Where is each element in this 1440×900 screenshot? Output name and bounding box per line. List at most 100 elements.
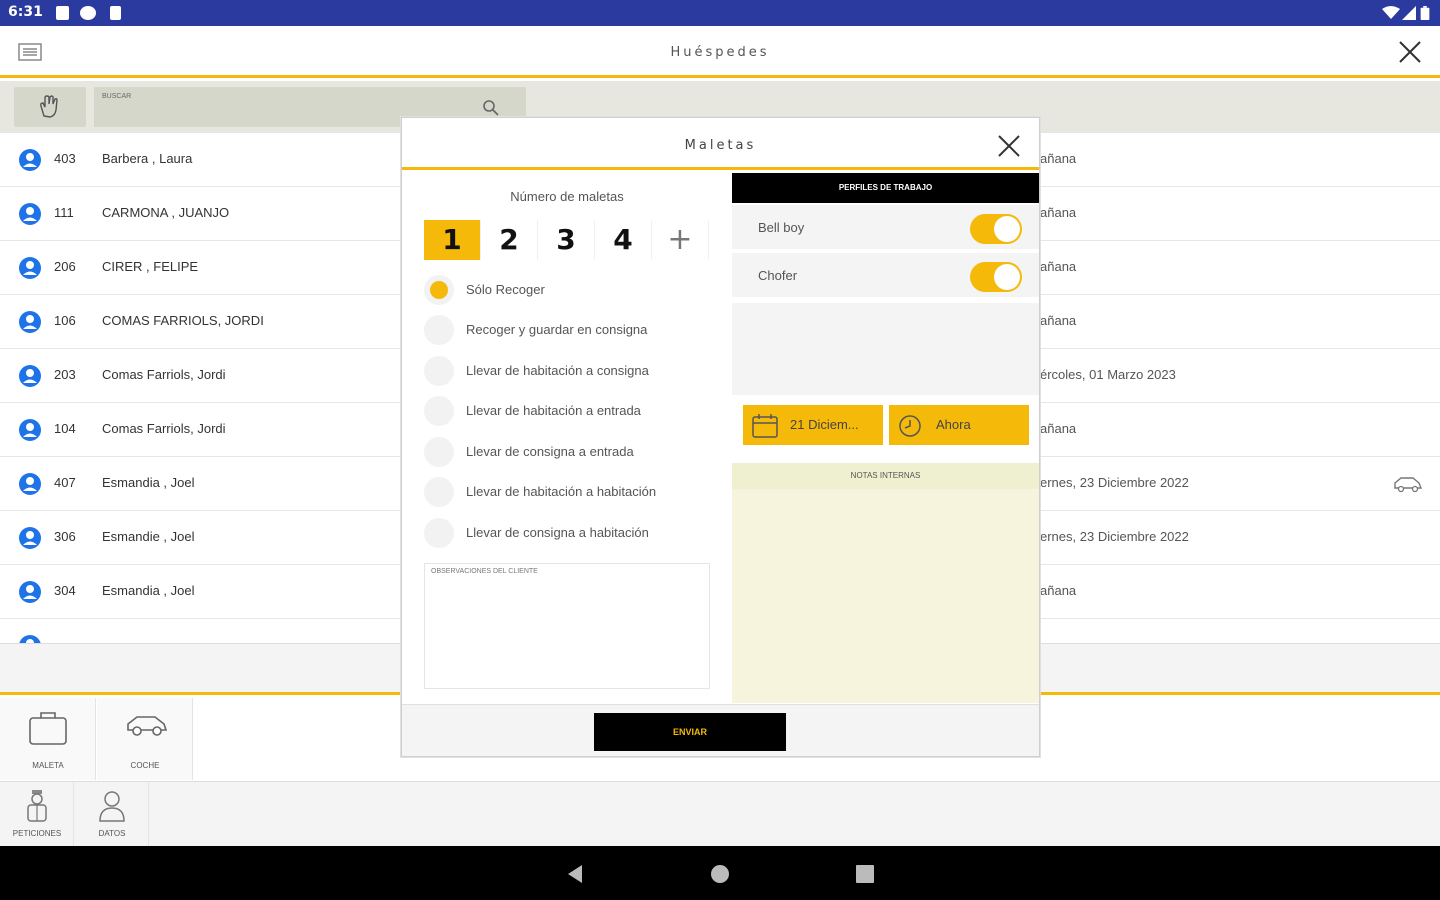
count-1-button[interactable]: 1 (424, 220, 480, 260)
guest-room: 306 (54, 529, 76, 544)
count-label: Número de maletas (510, 189, 624, 204)
maleta-label: MALETA (32, 761, 64, 770)
dialog-header: Maletas (402, 118, 1039, 170)
guest-date: añana (1040, 313, 1077, 328)
clock-icon (899, 415, 921, 437)
person-icon (19, 203, 41, 225)
option-habitacion-consigna[interactable]: Llevar de habitación a consigna (424, 354, 724, 388)
option-consigna-habitacion[interactable]: Llevar de consigna a habitación (424, 516, 724, 550)
date-button[interactable]: 21 Diciem... (743, 405, 883, 445)
count-2-button[interactable]: 2 (481, 220, 537, 260)
count-3-button[interactable]: 3 (538, 220, 594, 260)
time-button[interactable]: Ahora (889, 405, 1029, 445)
radio-button[interactable] (424, 315, 454, 345)
wifi-icon (1382, 6, 1400, 19)
guest-name: Esmandia , Joel (102, 583, 195, 598)
guest-date: añana (1040, 583, 1077, 598)
coche-label: COCHE (130, 761, 160, 770)
radio-button[interactable] (424, 356, 454, 386)
guest-name: Barbera , Laura (102, 151, 193, 166)
work-profiles-panel: PERFILES DE TRABAJO Bell boy Chofer 21 D… (732, 173, 1039, 703)
person-icon (19, 149, 41, 171)
dialog-title: Maletas (684, 138, 757, 153)
option-label: Llevar de consigna a entrada (466, 444, 634, 459)
send-button[interactable]: ENVIAR (594, 713, 786, 751)
system-nav-bar (0, 846, 1440, 900)
secondary-toolbar: PETICIONES DATOS (0, 782, 1440, 846)
recents-icon[interactable] (856, 865, 874, 883)
peticiones-label: PETICIONES (12, 829, 62, 838)
close-icon[interactable] (997, 134, 1021, 158)
sd-card-icon (110, 6, 121, 20)
time-value: Ahora (936, 417, 971, 432)
count-4-button[interactable]: 4 (595, 220, 651, 260)
guest-name: Esmandie , Joel (102, 529, 195, 544)
observations-label: OBSERVACIONES DEL CLIENTE (431, 568, 538, 575)
status-time: 6:31 (8, 4, 43, 20)
guest-room: 304 (54, 583, 76, 598)
option-consigna-entrada[interactable]: Llevar de consigna a entrada (424, 435, 724, 469)
hand-icon (40, 95, 58, 118)
option-label: Llevar de habitación a entrada (466, 403, 641, 418)
internal-notes[interactable]: NOTAS INTERNAS (732, 463, 1039, 703)
page-title: Huéspedes (670, 45, 770, 60)
radio-button[interactable] (424, 477, 454, 507)
bell-boy-toggle[interactable] (970, 214, 1022, 244)
notification-icon (56, 6, 69, 20)
guest-name: COMAS FARRIOLS, JORDI (102, 313, 264, 328)
app-header: Huéspedes (0, 26, 1440, 78)
maleta-button[interactable]: MALETA (0, 698, 96, 780)
search-placeholder: BUSCAR (102, 93, 132, 100)
search-icon[interactable] (482, 99, 500, 117)
guest-name: Comas Farriols, Jordi (102, 421, 226, 436)
option-label: Llevar de habitación a consigna (466, 363, 649, 378)
profiles-header: PERFILES DE TRABAJO (732, 173, 1039, 203)
suitcase-icon (29, 712, 67, 745)
option-habitacion-habitacion[interactable]: Llevar de habitación a habitación (424, 475, 724, 509)
guest-date: ernes, 23 Diciembre 2022 (1040, 529, 1189, 544)
home-icon[interactable] (710, 864, 730, 884)
person-icon (19, 635, 41, 643)
car-icon (127, 716, 168, 736)
person-icon (19, 311, 41, 333)
profile-label: Bell boy (758, 220, 805, 235)
status-bar: 6:31 (0, 0, 1440, 26)
back-icon[interactable] (566, 864, 584, 884)
guest-date: añana (1040, 205, 1077, 220)
guest-name: CIRER , FELIPE (102, 259, 199, 274)
observations-textarea[interactable]: OBSERVACIONES DEL CLIENTE (424, 563, 710, 689)
radio-button[interactable] (424, 396, 454, 426)
count-more-button[interactable]: + (652, 220, 708, 260)
radio-button[interactable] (424, 518, 454, 548)
profile-label: Chofer (758, 268, 798, 283)
radio-button[interactable] (424, 275, 454, 305)
person-icon (19, 581, 41, 603)
datos-button[interactable]: DATOS (75, 782, 149, 846)
dialog-footer: ENVIAR (402, 704, 1039, 756)
peticiones-button[interactable]: PETICIONES (0, 782, 74, 846)
guest-room: 206 (54, 259, 76, 274)
person-icon (19, 473, 41, 495)
car-icon[interactable] (1393, 474, 1423, 494)
calendar-icon (752, 414, 778, 438)
maletas-dialog: Maletas Número de maletas 1 2 3 4 + Sólo… (401, 117, 1040, 757)
person-icon (19, 527, 41, 549)
coche-button[interactable]: COCHE (97, 698, 193, 780)
option-label: Recoger y guardar en consigna (466, 322, 648, 337)
option-solo-recoger[interactable]: Sólo Recoger (424, 273, 724, 307)
guest-room: 203 (54, 367, 76, 382)
date-value: 21 Diciem... (790, 417, 859, 432)
person-icon (19, 257, 41, 279)
close-icon[interactable] (1398, 40, 1422, 64)
option-habitacion-entrada[interactable]: Llevar de habitación a entrada (424, 394, 724, 428)
option-label: Llevar de consigna a habitación (466, 525, 649, 540)
hand-filter-button[interactable] (14, 87, 86, 127)
option-recoger-guardar[interactable]: Recoger y guardar en consigna (424, 313, 724, 347)
radio-button[interactable] (424, 437, 454, 467)
chofer-toggle[interactable] (970, 262, 1022, 292)
battery-icon (1420, 6, 1430, 20)
guest-room: 104 (54, 421, 76, 436)
bellboy-icon (27, 790, 47, 822)
profile-bell-boy-row: Bell boy (732, 205, 1039, 251)
guest-room: 106 (54, 313, 76, 328)
